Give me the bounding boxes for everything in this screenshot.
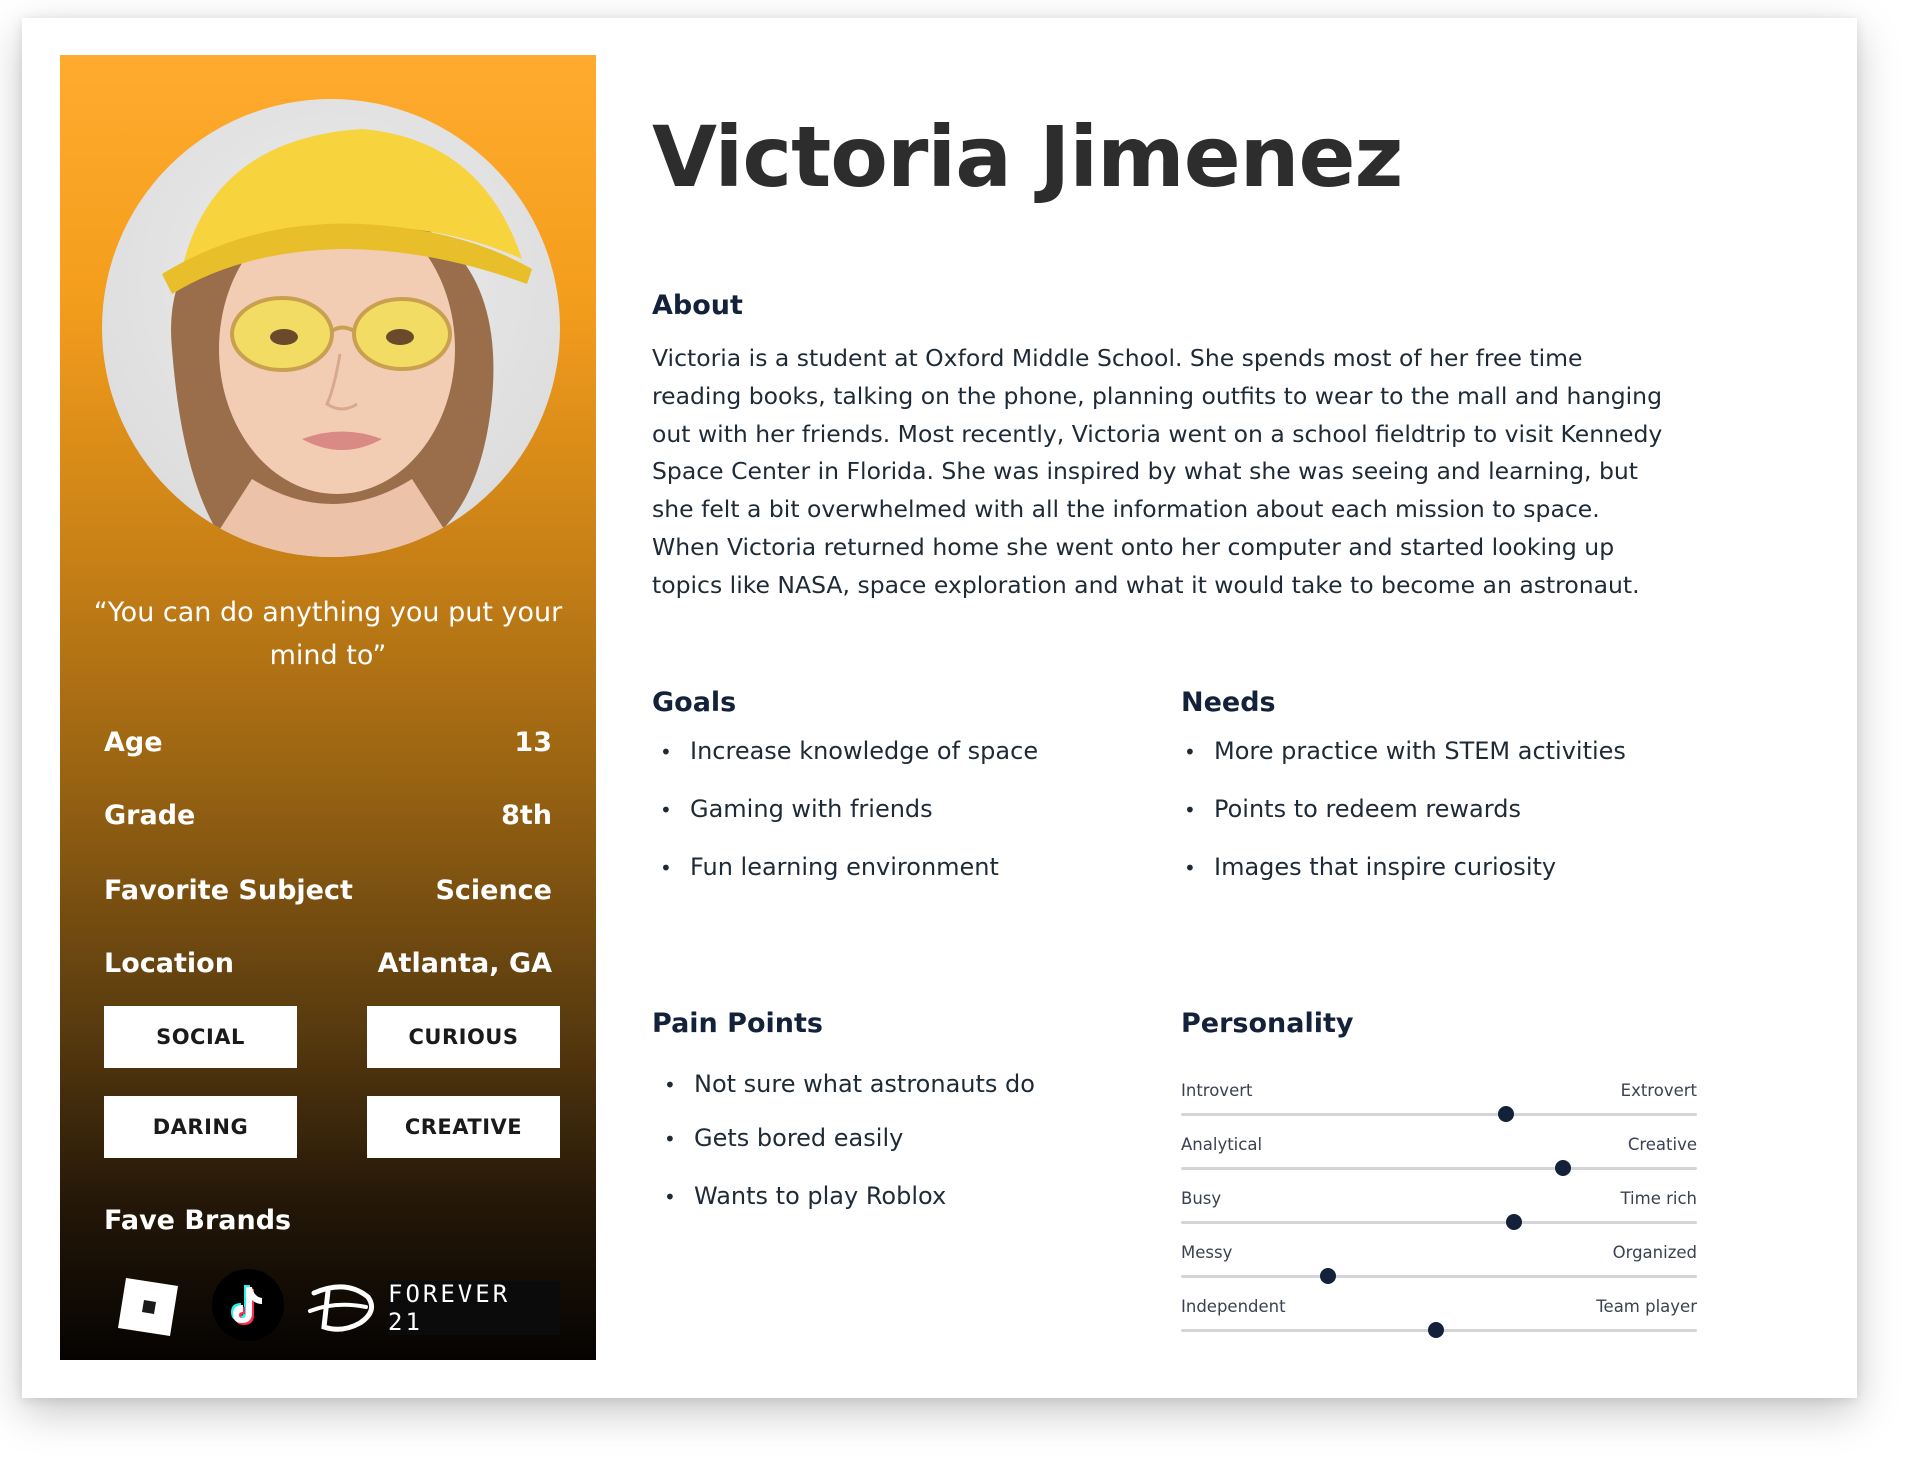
- attribute-favorite-subject: Favorite Subject Science: [104, 875, 552, 906]
- about-line: she felt a bit overwhelmed with all the …: [652, 495, 1600, 524]
- scale-left-label: Introvert: [1181, 1081, 1253, 1100]
- pain-points-title: Pain Points: [652, 1008, 823, 1039]
- scale-left-label: Busy: [1181, 1189, 1222, 1208]
- scale-left-label: Independent: [1181, 1297, 1286, 1316]
- scale-knob: [1505, 1214, 1522, 1230]
- trait-badge-daring: DARING: [104, 1096, 297, 1158]
- profile-photo: [102, 99, 560, 557]
- list-item: • Not sure what astronauts do: [664, 1070, 1035, 1098]
- list-item: • Fun learning environment: [660, 853, 999, 881]
- list-item: • Gaming with friends: [660, 795, 933, 823]
- list-item: • Wants to play Roblox: [664, 1182, 947, 1210]
- trait-badge-creative: CREATIVE: [367, 1096, 560, 1158]
- list-item: • Points to redeem rewards: [1184, 795, 1521, 823]
- about-line: When Victoria returned home she went ont…: [652, 532, 1615, 561]
- about-line: Space Center in Florida. She was inspire…: [652, 457, 1638, 486]
- list-item: • Gets bored easily: [664, 1124, 904, 1152]
- disney-icon: [308, 1284, 375, 1332]
- personality-scale-analytical-creative: Analytical Creative: [1181, 1135, 1697, 1179]
- scale-knob: [1498, 1106, 1515, 1122]
- list-item: • Increase knowledge of space: [660, 737, 1039, 765]
- profile-panel: “You can do anything you put your mind t…: [60, 55, 596, 1360]
- about-line: Victoria is a student at Oxford Middle S…: [652, 344, 1583, 372]
- persona-quote: “You can do anything you put your mind t…: [93, 597, 563, 671]
- about-text: Victoria is a student at Oxford Middle S…: [652, 340, 1742, 605]
- fave-brands-title: Fave Brands: [104, 1205, 292, 1236]
- attribute-value: Atlanta, GA: [377, 948, 552, 979]
- personality-title: Personality: [1181, 1008, 1354, 1039]
- scale-knob: [1428, 1322, 1445, 1338]
- about-line: topics like NASA, space exploration and …: [652, 570, 1640, 599]
- scale-right-label: Creative: [1627, 1135, 1697, 1154]
- about-title: About: [652, 290, 743, 321]
- scale-track: [1181, 1113, 1697, 1116]
- personality-scale-introvert-extrovert: Introvert Extrovert: [1181, 1081, 1697, 1125]
- avatar: [162, 129, 532, 557]
- scale-right-label: Extrovert: [1620, 1081, 1697, 1100]
- about-line: out with her friends. Most recently, Vic…: [652, 419, 1663, 448]
- list-item: • More practice with STEM activities: [1184, 737, 1626, 765]
- attribute-age: Age 13: [104, 727, 552, 758]
- trait-badge-social: SOCIAL: [104, 1006, 297, 1068]
- scale-track: [1181, 1275, 1697, 1278]
- personality-scale-busy-time-rich: Busy Time rich: [1181, 1189, 1697, 1233]
- forever21-logo: FOREVER 21: [388, 1280, 560, 1336]
- attribute-grade: Grade 8th: [104, 800, 552, 831]
- scale-left-label: Messy: [1181, 1243, 1233, 1262]
- scale-knob: [1554, 1160, 1571, 1176]
- scale-knob: [1320, 1268, 1337, 1284]
- trait-badge-curious: CURIOUS: [367, 1006, 560, 1068]
- scale-left-label: Analytical: [1181, 1135, 1263, 1154]
- persona-name: Victoria Jimenez: [652, 108, 1403, 206]
- scale-track: [1181, 1221, 1697, 1224]
- attribute-label: Favorite Subject: [104, 875, 353, 906]
- goals-title: Goals: [652, 687, 737, 718]
- attribute-label: Location: [104, 948, 234, 979]
- about-line: reading books, talking on the phone, pla…: [652, 381, 1662, 410]
- needs-title: Needs: [1181, 687, 1276, 718]
- attribute-location: Location Atlanta, GA: [104, 948, 552, 979]
- attribute-value: Science: [435, 875, 552, 906]
- personality-scale-independent-team-player: Independent Team player: [1181, 1297, 1697, 1341]
- attribute-label: Age: [104, 727, 163, 758]
- scale-track: [1181, 1167, 1697, 1170]
- attribute-value: 13: [514, 727, 552, 758]
- attribute-value: 8th: [501, 800, 552, 831]
- list-item: • Images that inspire curiosity: [1184, 853, 1557, 881]
- roblox-icon: [118, 1278, 178, 1336]
- scale-right-label: Time rich: [1620, 1189, 1697, 1208]
- scale-right-label: Team player: [1596, 1297, 1697, 1316]
- attribute-label: Grade: [104, 800, 196, 831]
- scale-right-label: Organized: [1612, 1243, 1697, 1262]
- personality-scale-messy-organized: Messy Organized: [1181, 1243, 1697, 1287]
- tiktok-icon: [212, 1269, 284, 1341]
